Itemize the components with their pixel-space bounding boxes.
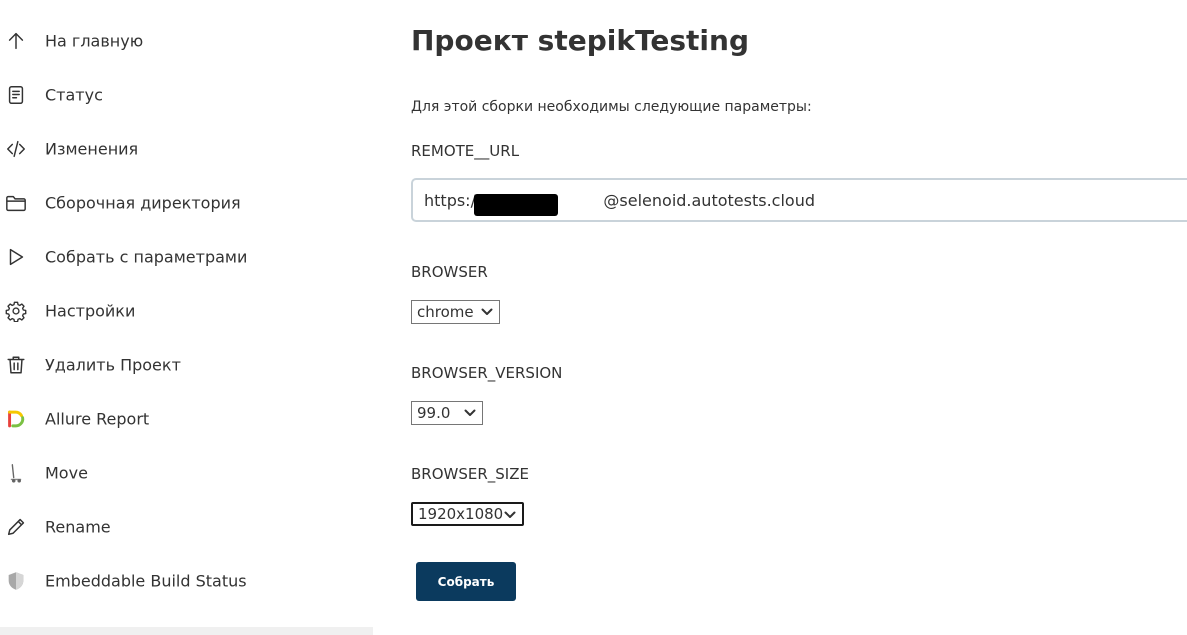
sidebar-item-label: Изменения	[45, 139, 139, 159]
sidebar-item-status[interactable]: Статус	[0, 68, 373, 122]
sidebar: На главную Статус Изменения Сборочная ди…	[0, 0, 373, 635]
sidebar-item-rename[interactable]: Rename	[0, 500, 373, 554]
sidebar-item-settings[interactable]: Настройки	[0, 284, 373, 338]
build-button[interactable]: Собрать	[416, 562, 516, 601]
document-icon	[4, 83, 28, 107]
pencil-icon	[4, 515, 28, 539]
sidebar-item-label: Удалить Проект	[45, 355, 181, 375]
browser-version-select[interactable]: 99.0	[411, 401, 483, 425]
redaction-mark	[474, 194, 558, 216]
browser-version-label: BROWSER_VERSION	[411, 364, 563, 382]
sidebar-item-delete-project[interactable]: Удалить Проект	[0, 338, 373, 392]
sidebar-item-allure-report[interactable]: Allure Report	[0, 392, 373, 446]
sidebar-item-home[interactable]: На главную	[0, 14, 373, 68]
sidebar-item-label: На главную	[45, 31, 144, 51]
allure-logo-icon	[4, 407, 28, 431]
remote-url-label: REMOTE__URL	[411, 142, 520, 160]
sidebar-item-label: Allure Report	[45, 409, 150, 429]
sidebar-item-label: Move	[45, 463, 88, 483]
chevron-down-icon	[504, 511, 516, 518]
params-description: Для этой сборки необходимы следующие пар…	[411, 99, 812, 115]
sidebar-item-label: Собрать с параметрами	[45, 247, 248, 267]
main-content: Проект stepikTesting Для этой сборки нео…	[411, 0, 1187, 635]
sidebar-item-label: Embeddable Build Status	[45, 571, 247, 591]
sidebar-item-label: Статус	[45, 85, 103, 105]
chevron-down-icon	[464, 409, 476, 416]
sidebar-item-label: Сборочная директория	[45, 193, 241, 213]
sidebar-item-label: Настройки	[45, 301, 136, 321]
sidebar-item-workspace[interactable]: Сборочная директория	[0, 176, 373, 230]
sidebar-footer	[0, 627, 373, 635]
shield-icon	[4, 569, 28, 593]
browser-size-label: BROWSER_SIZE	[411, 465, 529, 483]
sidebar-item-build-with-params[interactable]: Собрать с параметрами	[0, 230, 373, 284]
gear-icon	[4, 299, 28, 323]
sidebar-item-changes[interactable]: Изменения	[0, 122, 373, 176]
folder-icon	[4, 191, 28, 215]
arrow-up-icon	[4, 29, 28, 53]
remote-url-input[interactable]: https:// @selenoid.autotests.cloud	[411, 178, 1187, 222]
chevron-down-icon	[481, 308, 493, 315]
move-icon	[4, 461, 28, 485]
browser-select[interactable]: chrome	[411, 300, 500, 324]
sidebar-item-move[interactable]: Move	[0, 446, 373, 500]
trash-icon	[4, 353, 28, 377]
browser-select-value: chrome	[417, 303, 474, 321]
browser-size-select[interactable]: 1920x1080	[411, 502, 524, 526]
play-icon	[4, 245, 28, 269]
code-icon	[4, 137, 28, 161]
sidebar-item-label: Rename	[45, 517, 111, 537]
page-title: Проект stepikTesting	[411, 24, 749, 57]
browser-size-select-value: 1920x1080	[418, 505, 504, 523]
browser-version-select-value: 99.0	[417, 404, 451, 422]
sidebar-item-embeddable-build-status[interactable]: Embeddable Build Status	[0, 554, 373, 608]
browser-label: BROWSER	[411, 263, 488, 281]
